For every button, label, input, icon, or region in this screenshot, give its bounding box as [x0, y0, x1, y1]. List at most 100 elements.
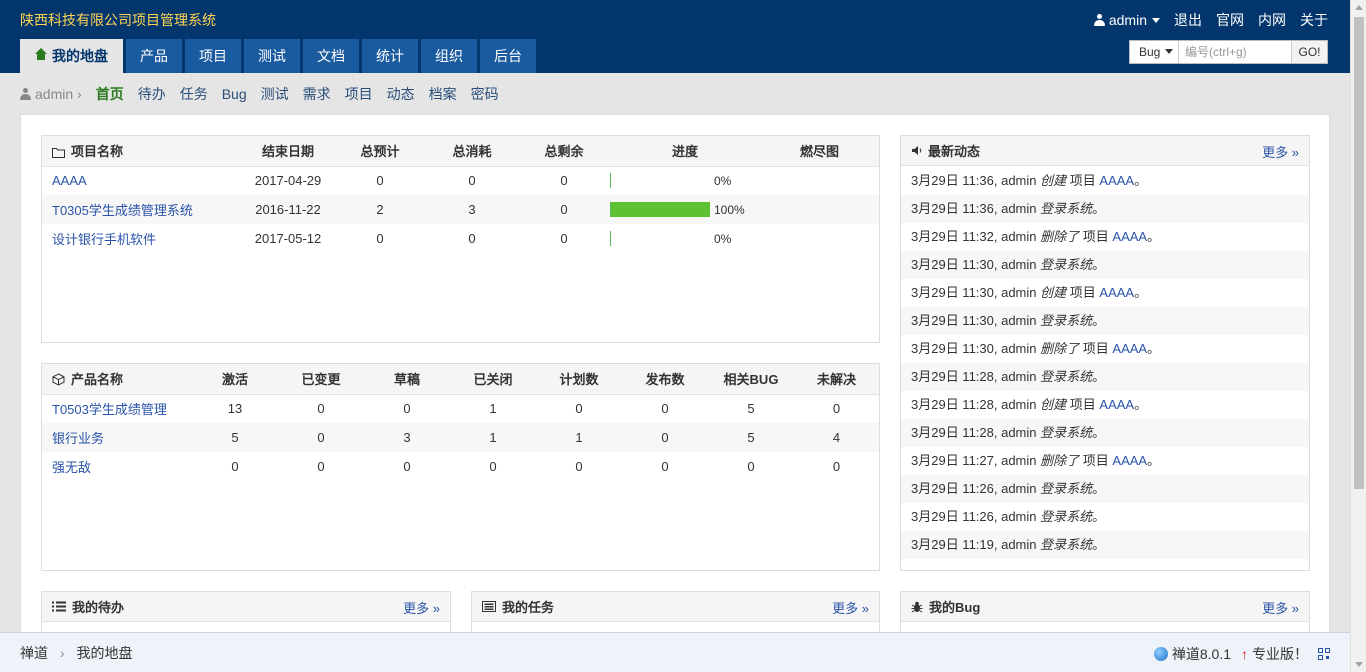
dyn-tail: 。: [1092, 537, 1106, 552]
tab-my[interactable]: 我的地盘: [20, 39, 123, 73]
product-link[interactable]: 银行业务: [52, 431, 104, 446]
subnav-story[interactable]: 需求: [303, 84, 331, 104]
project-link[interactable]: T0305学生成绩管理系统: [52, 203, 193, 218]
search-input[interactable]: [1179, 41, 1291, 63]
dyn-link[interactable]: AAAA: [1099, 397, 1134, 412]
col-closed: 已关闭: [450, 364, 536, 395]
progress: 0%: [610, 231, 760, 246]
tab-company[interactable]: 组织: [421, 39, 477, 73]
product-changed: 0: [317, 401, 325, 417]
todo-head: 我的待办 更多 »: [42, 592, 450, 622]
footer-crumb-zentao[interactable]: 禅道: [20, 645, 48, 661]
project-estimate: 2: [334, 195, 426, 224]
product-bugs: 0: [747, 459, 755, 474]
product-active: 5: [192, 423, 278, 452]
product-changed: 0: [278, 423, 364, 452]
dyn-action: 登录系统: [1040, 537, 1093, 552]
subnav-test[interactable]: 测试: [261, 84, 289, 104]
about-link[interactable]: 关于: [1300, 10, 1328, 30]
progress-fill: [611, 202, 710, 217]
scroll-thumb[interactable]: [1354, 17, 1364, 489]
dyn-action: 创建: [1040, 173, 1067, 188]
col-changed: 已变更: [278, 364, 364, 395]
tab-doc[interactable]: 文档: [303, 39, 359, 73]
project-link[interactable]: AAAA: [52, 173, 87, 188]
footer-version[interactable]: 禅道8.0.1: [1153, 644, 1231, 664]
tab-test[interactable]: 测试: [244, 39, 300, 73]
product-plans: 1: [536, 423, 622, 452]
dyn-tail: 。: [1092, 425, 1106, 440]
dyn-action: 创建: [1040, 397, 1067, 412]
progress-text: 0%: [714, 173, 732, 188]
bug-more-link[interactable]: 更多 »: [1262, 598, 1299, 617]
list-item: 3月29日 11:30, admin 登录系统。: [901, 251, 1309, 279]
task-title: 我的任务: [502, 600, 555, 615]
project-consumed: 3: [426, 195, 518, 224]
project-left: 0: [560, 173, 568, 189]
search-go-button[interactable]: GO!: [1291, 41, 1327, 63]
footer-pro[interactable]: ↑ 专业版！: [1241, 644, 1308, 664]
breadcrumb-user[interactable]: admin ›: [20, 86, 82, 102]
product-releases: 0: [661, 401, 669, 417]
burndown-cell: [760, 195, 879, 224]
footer-crumb-my[interactable]: 我的地盘: [76, 645, 132, 661]
project-link[interactable]: 设计银行手机软件: [52, 232, 156, 247]
product-releases: 0: [622, 423, 708, 452]
dyn-link[interactable]: AAAA: [1112, 453, 1147, 468]
tab-admin[interactable]: 后台: [480, 39, 536, 73]
footer-breadcrumb: 禅道 › 我的地盘: [20, 643, 132, 663]
product-closed: 0: [489, 459, 497, 474]
tab-project[interactable]: 项目: [185, 39, 241, 73]
user-icon: [1093, 14, 1105, 26]
official-site-link[interactable]: 官网: [1216, 10, 1244, 30]
col-active: 激活: [192, 364, 278, 395]
scroll-down-icon[interactable]: [1355, 662, 1363, 667]
task-more-link[interactable]: 更多 »: [832, 598, 869, 617]
product-link[interactable]: T0503学生成绩管理: [52, 402, 167, 417]
list-item: 3月29日 11:26, admin 登录系统。: [901, 503, 1309, 531]
tab-report[interactable]: 统计: [362, 39, 418, 73]
product-link[interactable]: 强无敌: [52, 460, 91, 475]
home-icon: [35, 48, 47, 61]
col-left: 总剩余: [518, 136, 610, 167]
logout-link[interactable]: 退出: [1174, 10, 1202, 30]
page-scrollbar[interactable]: [1350, 0, 1366, 672]
dyn-object: 项目: [1069, 397, 1096, 412]
table-row: T0503学生成绩管理 13 0 0 1 0 0 5 0: [42, 394, 879, 423]
dyn-link[interactable]: AAAA: [1112, 341, 1147, 356]
dyn-object: 项目: [1082, 453, 1109, 468]
project-end-date: 2016-11-22: [242, 195, 334, 224]
dynamics-more-link[interactable]: 更多 »: [1262, 142, 1299, 161]
subnav-task[interactable]: 任务: [180, 84, 208, 104]
subnav-bug[interactable]: Bug: [222, 86, 247, 102]
dyn-link[interactable]: AAAA: [1099, 173, 1134, 188]
dyn-time: 3月29日 11:19, admin: [911, 537, 1037, 552]
footer-bar: 禅道 › 我的地盘 禅道8.0.1 ↑ 专业版！: [0, 632, 1350, 672]
user-menu[interactable]: admin: [1093, 12, 1160, 28]
subnav-todo[interactable]: 待办: [138, 84, 166, 104]
subnav-project[interactable]: 项目: [345, 84, 373, 104]
scroll-up-icon[interactable]: [1355, 5, 1363, 10]
qrcode-icon[interactable]: [1318, 648, 1330, 660]
main-nav: 我的地盘 产品 项目 测试 文档 统计 组织 后台: [20, 39, 536, 73]
todo-more-link[interactable]: 更多 »: [403, 598, 440, 617]
tab-product[interactable]: 产品: [126, 39, 182, 73]
col-plans: 计划数: [536, 364, 622, 395]
dyn-time: 3月29日 11:28, admin: [911, 369, 1037, 384]
globe-icon: [1153, 647, 1168, 661]
intranet-link[interactable]: 内网: [1258, 10, 1286, 30]
header-bar: 陕西科技有限公司项目管理系统 admin 退出 官网 内网 关于 我的地盘 产品…: [0, 0, 1350, 73]
subnav-profile[interactable]: 档案: [429, 84, 457, 104]
col-consumed: 总消耗: [426, 136, 518, 167]
dyn-time: 3月29日 11:30, admin: [911, 285, 1037, 300]
subnav-home[interactable]: 首页: [96, 84, 124, 104]
subnav-password[interactable]: 密码: [471, 84, 499, 104]
dyn-link[interactable]: AAAA: [1099, 285, 1134, 300]
subnav-dynamic[interactable]: 动态: [387, 84, 415, 104]
company-name[interactable]: 陕西科技有限公司项目管理系统: [20, 10, 216, 30]
list-item: 3月29日 11:30, admin 删除了 项目 AAAA。: [901, 335, 1309, 363]
project-left: 0: [560, 231, 568, 246]
dyn-link[interactable]: AAAA: [1112, 229, 1147, 244]
search-type-select[interactable]: Bug: [1130, 41, 1179, 63]
caret-down-icon: [1152, 18, 1160, 23]
